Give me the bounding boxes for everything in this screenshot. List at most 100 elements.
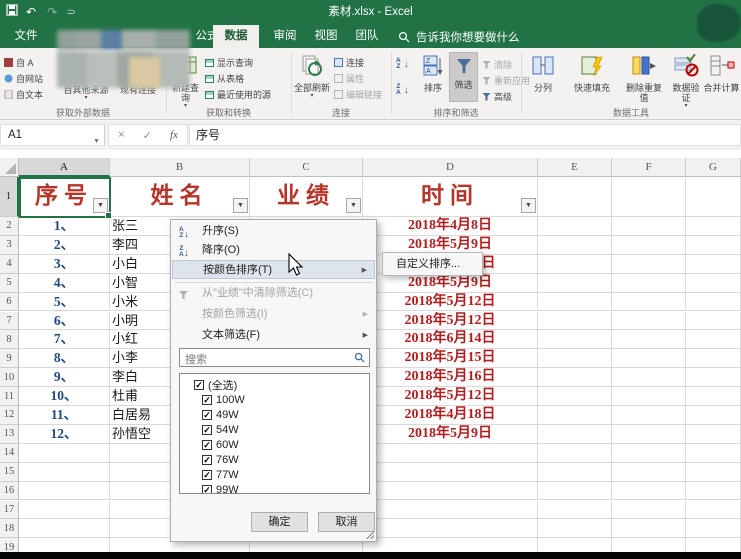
enter-entry-icon[interactable]: ✓ bbox=[143, 129, 152, 142]
cell[interactable] bbox=[612, 274, 686, 293]
cell[interactable] bbox=[612, 236, 686, 255]
from-web-button[interactable]: 自网站 bbox=[4, 72, 43, 85]
filter-value-item[interactable]: ✓76W bbox=[202, 452, 369, 467]
checkbox-checked-icon[interactable]: ✓ bbox=[202, 470, 212, 480]
text-to-columns-button[interactable]: 分列 bbox=[526, 54, 560, 93]
cell-seq[interactable]: 12、 bbox=[19, 425, 110, 444]
from-access-button[interactable]: 自 A bbox=[4, 56, 34, 69]
recent-sources-button[interactable]: 最近使用的源 bbox=[205, 88, 271, 101]
cell[interactable] bbox=[612, 387, 686, 406]
row-header-4[interactable]: 4 bbox=[0, 255, 19, 274]
show-queries-button[interactable]: 显示查询 bbox=[205, 56, 253, 69]
filter-dropdown-button-d[interactable]: ▼ bbox=[521, 198, 536, 213]
cell[interactable] bbox=[538, 330, 612, 349]
from-text-button[interactable]: 自文本 bbox=[4, 88, 43, 101]
tell-me-box[interactable]: 告诉我你想要做什么 bbox=[398, 25, 520, 48]
filter-button-active[interactable]: 筛选 bbox=[449, 52, 478, 102]
row-header-14[interactable]: 14 bbox=[0, 444, 19, 463]
cancel-button[interactable]: 取消 bbox=[318, 512, 375, 532]
filter-value-item[interactable]: ✓60W bbox=[202, 437, 369, 452]
cell[interactable] bbox=[686, 217, 741, 236]
cell-seq[interactable]: 3、 bbox=[19, 255, 110, 274]
cell-date[interactable] bbox=[363, 501, 538, 520]
cell[interactable] bbox=[538, 444, 612, 463]
checkbox-checked-icon[interactable]: ✓ bbox=[202, 485, 212, 495]
cell-seq[interactable] bbox=[19, 444, 110, 463]
cell-seq[interactable]: 9、 bbox=[19, 368, 110, 387]
cell-seq[interactable]: 1、 bbox=[19, 217, 110, 236]
cell[interactable] bbox=[686, 177, 741, 217]
cell[interactable] bbox=[686, 387, 741, 406]
cell-seq[interactable] bbox=[19, 501, 110, 520]
cell[interactable] bbox=[538, 177, 612, 217]
tab-data[interactable]: 数据 bbox=[213, 25, 259, 48]
cell-date[interactable]: 2018年6月14日 bbox=[363, 330, 538, 349]
select-all-corner[interactable] bbox=[0, 158, 19, 177]
sort-az-button[interactable]: AZ↓ bbox=[396, 58, 409, 70]
cell[interactable] bbox=[612, 444, 686, 463]
menu-sort-by-color[interactable]: 按颜色排序(T) ▶ bbox=[172, 260, 375, 279]
cell[interactable] bbox=[686, 482, 741, 501]
data-validation-button[interactable]: 数据验证 ▾ bbox=[668, 54, 704, 109]
cell-date[interactable]: 2018年5月12日 bbox=[363, 387, 538, 406]
cell[interactable] bbox=[686, 368, 741, 387]
filter-search-box[interactable]: 搜索 bbox=[179, 348, 370, 367]
cell[interactable] bbox=[538, 217, 612, 236]
menu-text-filters[interactable]: 文本筛选(F) ▶ bbox=[172, 326, 375, 345]
cell[interactable] bbox=[686, 293, 741, 312]
row-header-13[interactable]: 13 bbox=[0, 425, 19, 444]
connections-button[interactable]: 连接 bbox=[334, 56, 364, 69]
cell[interactable] bbox=[538, 368, 612, 387]
cell[interactable] bbox=[612, 406, 686, 425]
formula-input[interactable]: 序号 bbox=[189, 124, 741, 146]
cell[interactable] bbox=[538, 406, 612, 425]
filter-dropdown-button-c[interactable]: ▼ bbox=[346, 198, 361, 213]
resize-grip[interactable] bbox=[366, 531, 374, 539]
cell[interactable] bbox=[538, 501, 612, 520]
cell[interactable] bbox=[686, 425, 741, 444]
cell[interactable] bbox=[538, 236, 612, 255]
row-header-18[interactable]: 18 bbox=[0, 519, 19, 538]
row-header-7[interactable]: 7 bbox=[0, 312, 19, 331]
cell[interactable] bbox=[612, 177, 686, 217]
cell[interactable] bbox=[612, 330, 686, 349]
cell[interactable] bbox=[538, 274, 612, 293]
filter-value-item[interactable]: ✓54W bbox=[202, 422, 369, 437]
cell-date[interactable]: 2018年5月9日 bbox=[363, 425, 538, 444]
cell-seq[interactable]: 7、 bbox=[19, 330, 110, 349]
row-header-10[interactable]: 10 bbox=[0, 368, 19, 387]
filter-value-item[interactable]: ✓100W bbox=[202, 392, 369, 407]
cell[interactable] bbox=[612, 255, 686, 274]
checkbox-checked-icon[interactable]: ✓ bbox=[202, 425, 212, 435]
cell[interactable] bbox=[612, 482, 686, 501]
advanced-filter-button[interactable]: 高级 bbox=[482, 90, 512, 103]
ok-button[interactable]: 确定 bbox=[251, 512, 308, 532]
tab-view[interactable]: 视图 bbox=[305, 25, 347, 48]
checkbox-checked-icon[interactable]: ✓ bbox=[194, 380, 204, 390]
cell[interactable] bbox=[538, 293, 612, 312]
cell-seq[interactable]: 10、 bbox=[19, 387, 110, 406]
cell-date[interactable] bbox=[363, 463, 538, 482]
flash-fill-button[interactable]: 快速填充 bbox=[566, 54, 618, 93]
row-header-5[interactable]: 5 bbox=[0, 274, 19, 293]
cell-d1-header[interactable]: 时间 bbox=[363, 177, 538, 217]
cell-seq[interactable] bbox=[19, 482, 110, 501]
cell-date[interactable]: 2018年4月18日 bbox=[363, 406, 538, 425]
cell[interactable] bbox=[686, 255, 741, 274]
cell-b1-header[interactable]: 姓名 bbox=[110, 177, 250, 217]
cell[interactable] bbox=[538, 425, 612, 444]
row-header-12[interactable]: 12 bbox=[0, 406, 19, 425]
cell[interactable] bbox=[538, 255, 612, 274]
cell[interactable] bbox=[612, 463, 686, 482]
cell-seq[interactable] bbox=[19, 463, 110, 482]
row-header-16[interactable]: 16 bbox=[0, 482, 19, 501]
row-header-8[interactable]: 8 bbox=[0, 330, 19, 349]
cell[interactable] bbox=[612, 217, 686, 236]
filter-dropdown-button-a[interactable]: ▼ bbox=[93, 198, 108, 213]
cell-seq[interactable]: 2、 bbox=[19, 236, 110, 255]
cell-date[interactable]: 2018年5月9日 bbox=[363, 274, 538, 293]
cell[interactable] bbox=[612, 519, 686, 538]
cell-date[interactable]: 2018年5月16日 bbox=[363, 368, 538, 387]
tab-review[interactable]: 审阅 bbox=[264, 25, 306, 48]
column-header-C[interactable]: C bbox=[250, 158, 363, 177]
